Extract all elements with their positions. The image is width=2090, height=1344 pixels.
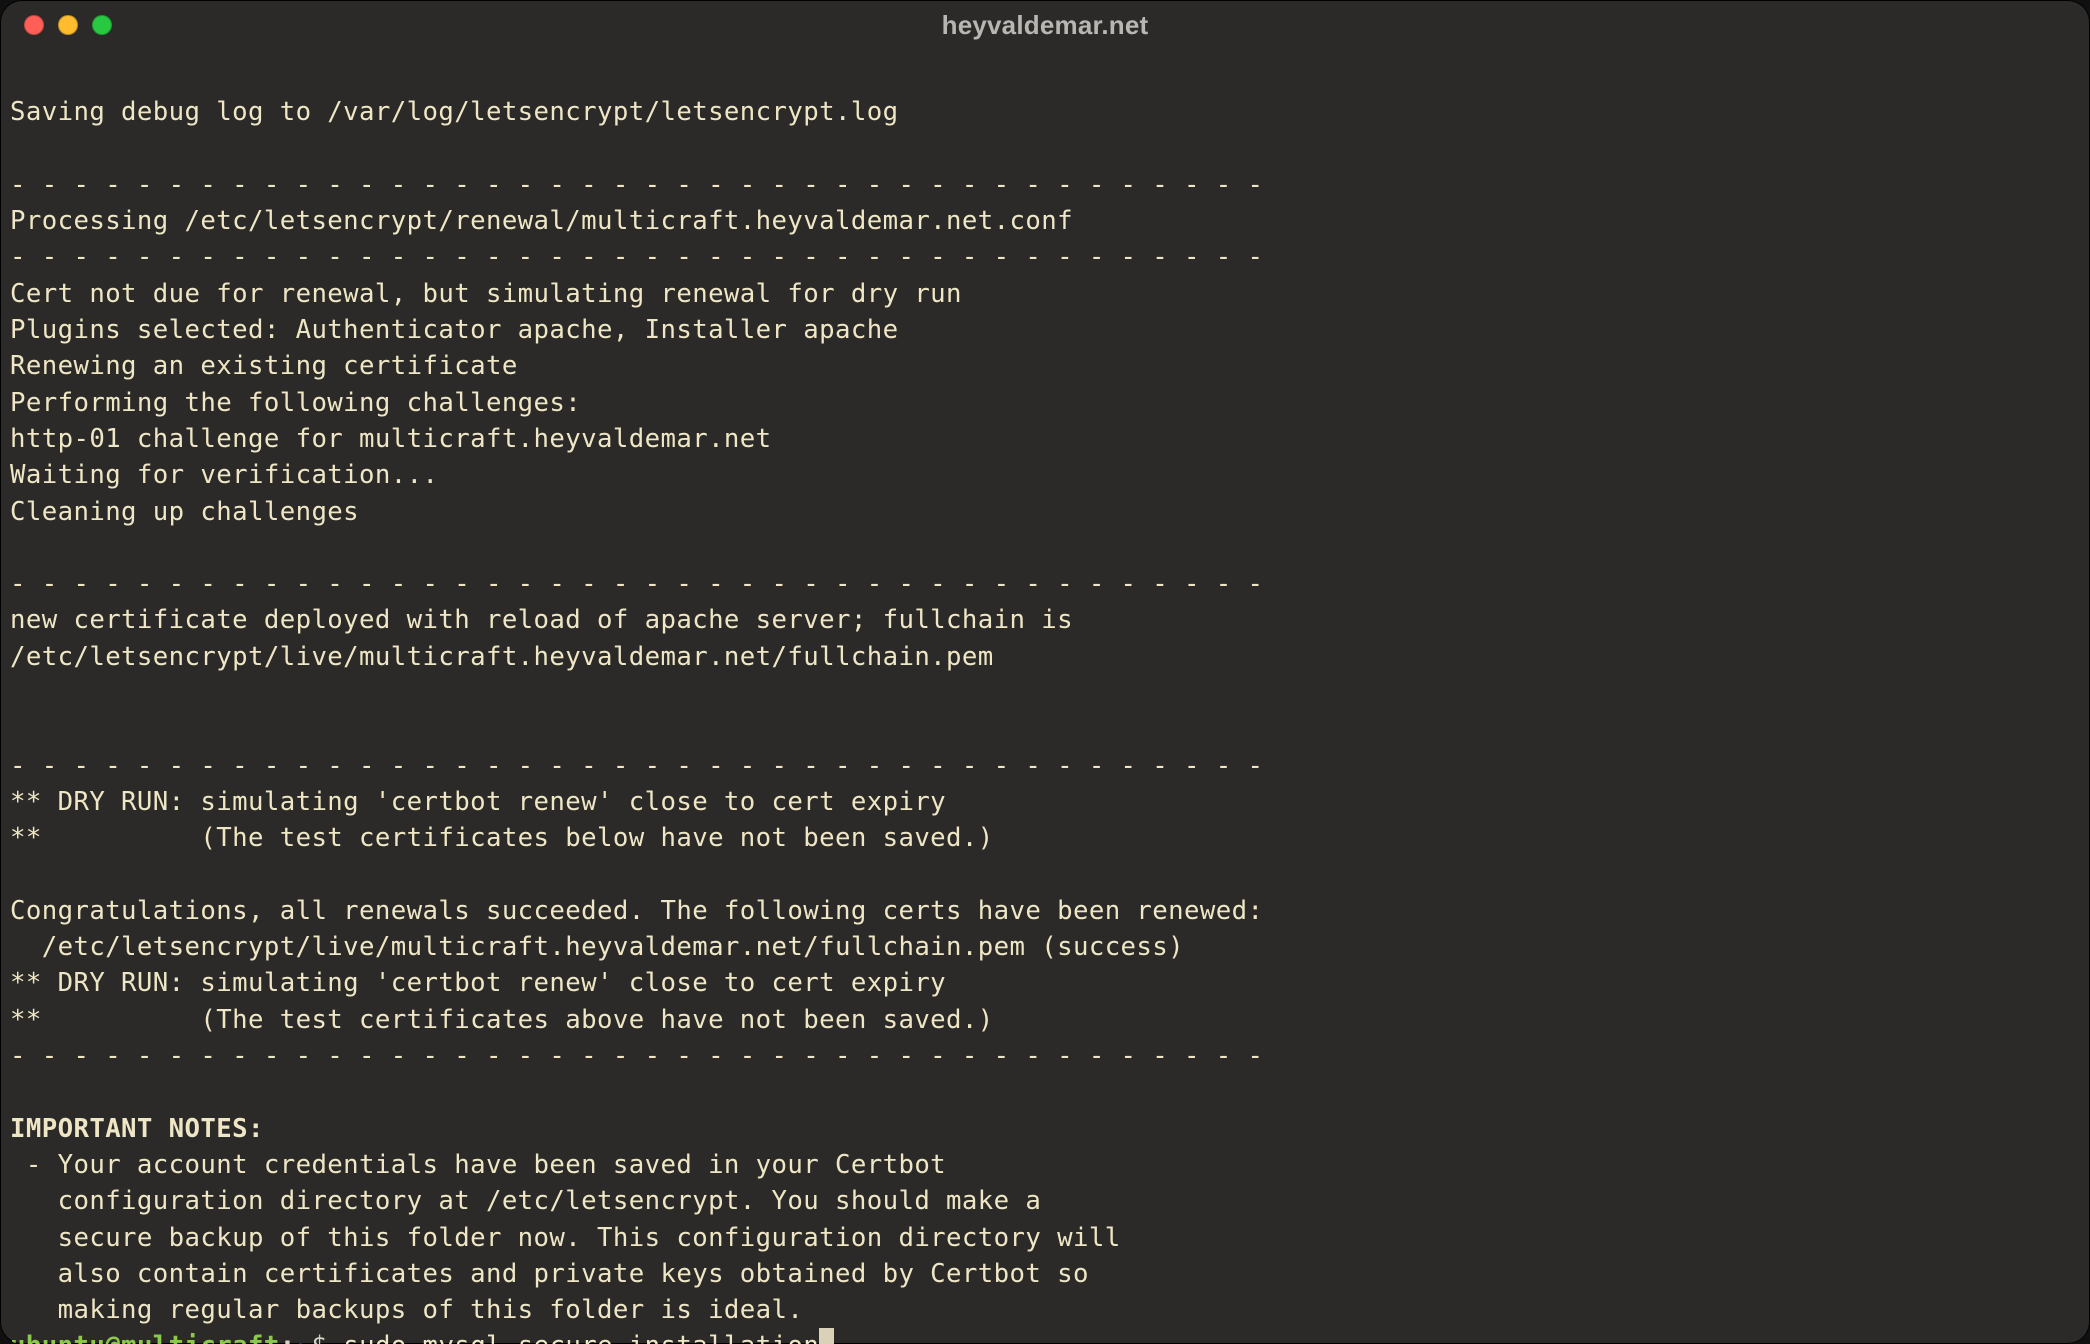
prompt-host: multicraft [121, 1331, 280, 1344]
cursor-icon [819, 1328, 834, 1344]
terminal-line: Cert not due for renewal, but simulating… [10, 279, 962, 309]
terminal-line: Waiting for verification... [10, 460, 438, 490]
terminal-line: secure backup of this folder now. This c… [10, 1223, 1121, 1253]
terminal-line: configuration directory at /etc/letsencr… [10, 1186, 1041, 1216]
terminal-line: Cleaning up challenges [10, 497, 359, 527]
titlebar: heyvaldemar.net [0, 0, 2090, 50]
terminal-line: Congratulations, all renewals succeeded.… [10, 896, 1263, 926]
terminal-viewport[interactable]: Saving debug log to /var/log/letsencrypt… [10, 58, 2080, 1344]
terminal-line: ** (The test certificates below have not… [10, 823, 994, 853]
terminal-line: - - - - - - - - - - - - - - - - - - - - … [10, 569, 1263, 599]
prompt-at: @ [105, 1331, 121, 1344]
prompt-user: ubuntu [10, 1331, 105, 1344]
terminal-line: Plugins selected: Authenticator apache, … [10, 315, 898, 345]
terminal-line: - - - - - - - - - - - - - - - - - - - - … [10, 170, 1263, 200]
terminal-line: - Your account credentials have been sav… [10, 1150, 946, 1180]
terminal-line: ** DRY RUN: simulating 'certbot renew' c… [10, 968, 946, 998]
terminal-line: Saving debug log to /var/log/letsencrypt… [10, 97, 898, 127]
terminal-line: Processing /etc/letsencrypt/renewal/mult… [10, 206, 1073, 236]
prompt-dollar: $ [311, 1331, 327, 1344]
terminal-line: - - - - - - - - - - - - - - - - - - - - … [10, 242, 1263, 272]
terminal-window: heyvaldemar.net Saving debug log to /var… [0, 0, 2090, 1344]
prompt-separator: : [280, 1331, 296, 1344]
command-input[interactable]: sudo mysql_secure_installation [343, 1331, 819, 1344]
terminal-line: /etc/letsencrypt/live/multicraft.heyvald… [10, 642, 994, 672]
terminal-line: ** (The test certificates above have not… [10, 1005, 994, 1035]
window-title: heyvaldemar.net [0, 12, 2090, 38]
terminal-line: Renewing an existing certificate [10, 351, 518, 381]
terminal-line: also contain certificates and private ke… [10, 1259, 1089, 1289]
terminal-line: - - - - - - - - - - - - - - - - - - - - … [10, 1041, 1263, 1071]
prompt-path: ~ [296, 1331, 312, 1344]
terminal-line: making regular backups of this folder is… [10, 1295, 803, 1325]
terminal-line: Performing the following challenges: [10, 388, 581, 418]
terminal-line: http-01 challenge for multicraft.heyvald… [10, 424, 772, 454]
terminal-line: ** DRY RUN: simulating 'certbot renew' c… [10, 787, 946, 817]
prompt-line[interactable]: ubuntu@multicraft:~$ sudo mysql_secure_i… [10, 1331, 834, 1344]
terminal-line: - - - - - - - - - - - - - - - - - - - - … [10, 751, 1263, 781]
terminal-line: new certificate deployed with reload of … [10, 605, 1073, 635]
important-notes-heading: IMPORTANT NOTES: [10, 1114, 264, 1144]
terminal-line: /etc/letsencrypt/live/multicraft.heyvald… [10, 932, 1184, 962]
